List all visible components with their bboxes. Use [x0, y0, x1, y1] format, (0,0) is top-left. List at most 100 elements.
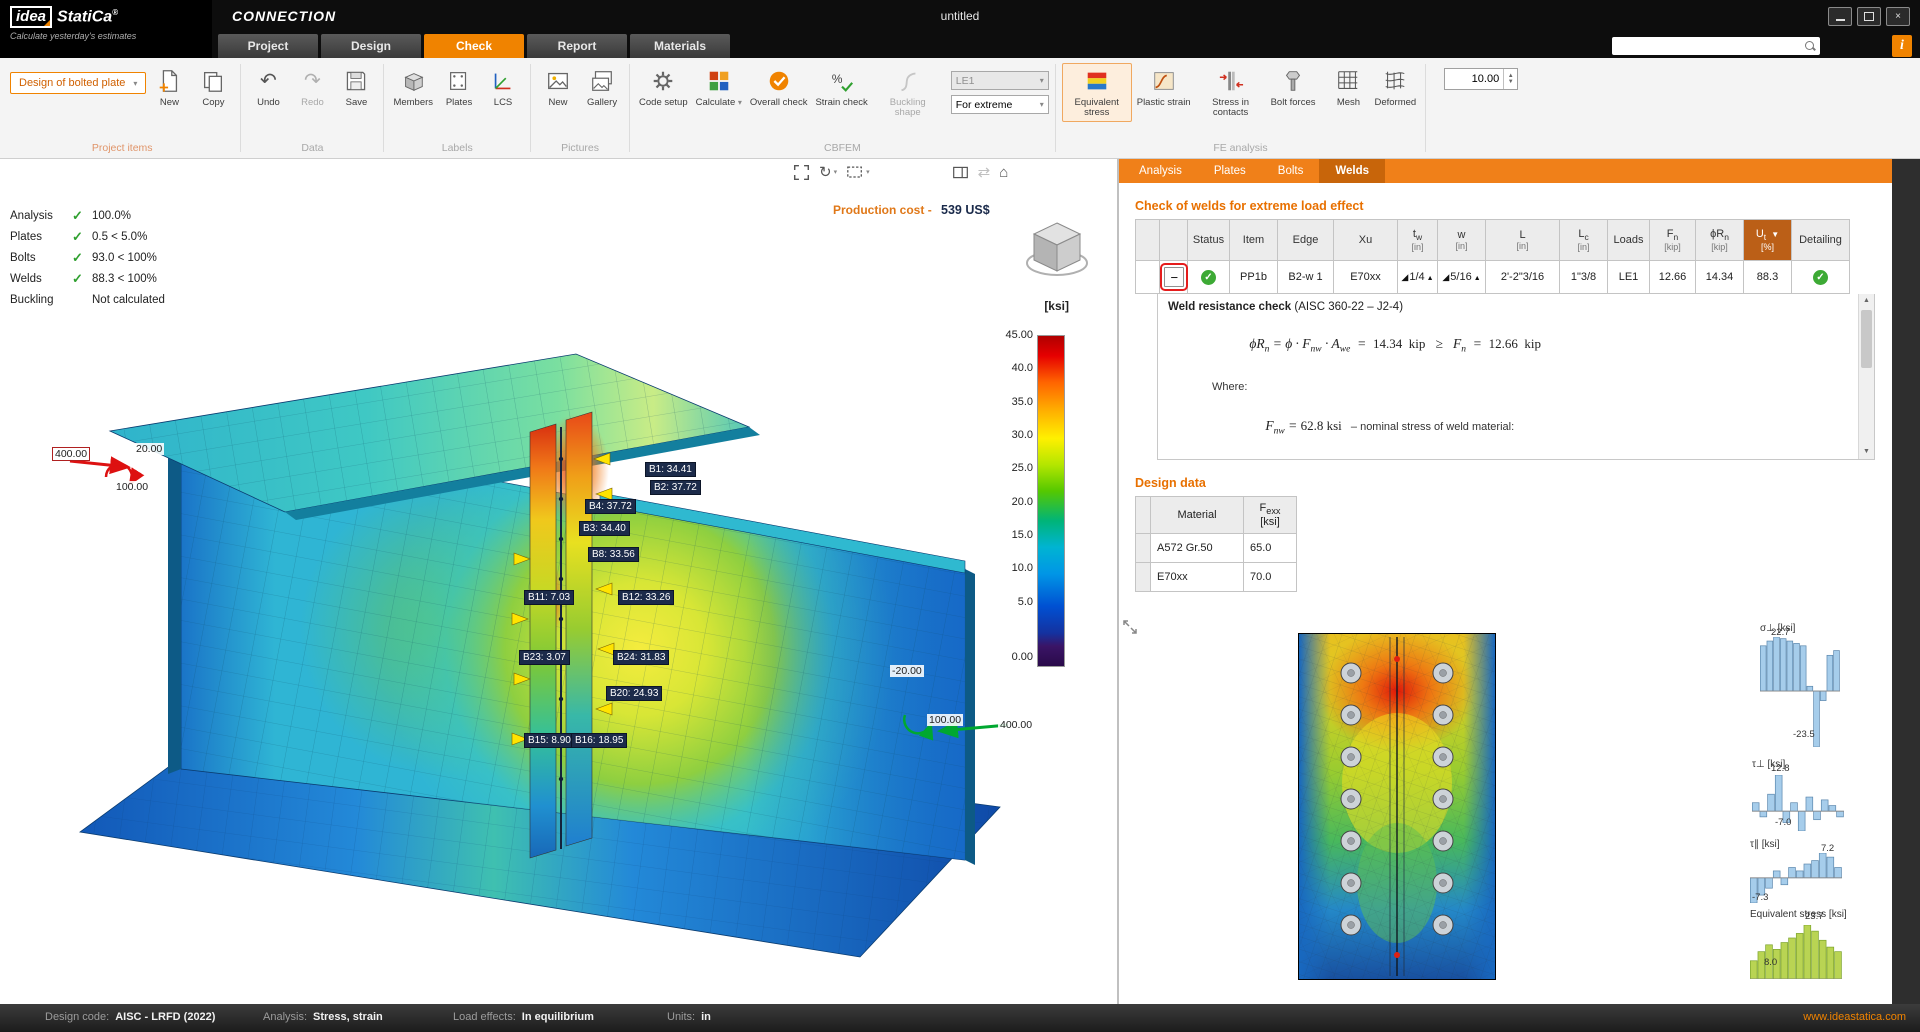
buckling-shape-button[interactable]: Buckling shape	[873, 63, 943, 122]
new-picture-button[interactable]: New	[537, 63, 579, 111]
units-status: Units:in	[667, 1011, 711, 1023]
tab-analysis[interactable]: Analysis	[1123, 159, 1198, 183]
weld-stress-map	[1298, 633, 1496, 980]
navigation-cube[interactable]	[1022, 211, 1092, 288]
status-ok-icon: ✓	[1201, 270, 1216, 285]
group-label-cbfem: CBFEM	[636, 141, 1049, 158]
deformed-icon	[1380, 66, 1410, 96]
chart-label: τ∥ [ksi]	[1750, 839, 1780, 850]
maximize-icon[interactable]	[1857, 7, 1881, 26]
fem-model-canvas[interactable]	[0, 159, 1117, 1004]
tab-welds[interactable]: Welds	[1319, 159, 1385, 183]
new-project-item-button[interactable]: New	[148, 63, 190, 111]
members-labels-button[interactable]: Members	[390, 63, 436, 111]
mesh-button[interactable]: Mesh	[1327, 63, 1369, 111]
strain-check-button[interactable]: % Strain check	[812, 63, 870, 111]
extreme-filter-dropdown[interactable]: For extreme▾	[951, 95, 1049, 114]
deformed-button[interactable]: Deformed	[1371, 63, 1419, 111]
stress-in-contacts-button[interactable]: Stress in contacts	[1196, 63, 1266, 122]
tab-report[interactable]: Report	[527, 34, 627, 58]
analysis-status: Analysis:Stress, strain	[263, 1011, 383, 1023]
sorted-column-header[interactable]: Ut ▼[%]	[1744, 220, 1792, 261]
viewport-toolbar: ↻▾ ▾ ⇄ ⌂	[793, 163, 1008, 181]
design-data-table: Material Fexx[ksi] A572 Gr.50 65.0 E70xx…	[1135, 496, 1297, 592]
logo-tagline: Calculate yesterday's estimates	[10, 31, 212, 41]
redo-button[interactable]: ↷ Redo	[291, 63, 333, 111]
group-label-data: Data	[247, 141, 377, 158]
weld-result-label: B3: 34.40	[579, 521, 630, 536]
weld-flag-icon: ▲	[1427, 275, 1434, 282]
clipping-planes-icon[interactable]	[952, 165, 969, 180]
tab-plates[interactable]: Plates	[1198, 159, 1262, 183]
equivalent-stress-button[interactable]: Equivalent stress	[1062, 63, 1132, 122]
plates-labels-button[interactable]: Plates	[438, 63, 480, 111]
tab-bolts[interactable]: Bolts	[1262, 159, 1320, 183]
buckling-shape-icon	[893, 66, 923, 96]
home-view-icon[interactable]: ⌂	[999, 164, 1008, 181]
weld-check-detail: Weld resistance check (AISC 360-22 – J2-…	[1157, 294, 1875, 460]
calculate-button[interactable]: Calculate ▾	[693, 63, 745, 111]
expand-detail-icon[interactable]	[1122, 619, 1138, 640]
fit-view-icon[interactable]	[793, 164, 810, 181]
weld-check-formula: ϕRn = ϕ · Fnw · Awe = 14.34 kip ≥ Fn = 1…	[1168, 317, 1850, 373]
title-bar: idea StatiCa® Calculate yesterday's esti…	[0, 0, 1920, 34]
weld-result-label: B8: 33.56	[588, 547, 639, 562]
svg-text:%: %	[831, 72, 842, 86]
website-link[interactable]: www.ideastatica.com	[1803, 1011, 1906, 1023]
formula-scrollbar[interactable]: ▲ ▼	[1858, 294, 1874, 459]
check-icon: ✓	[72, 271, 92, 287]
load-value-label: -20.00	[890, 665, 924, 677]
lcs-labels-button[interactable]: LCS	[482, 63, 524, 111]
section-title-design-data: Design data	[1135, 476, 1876, 490]
save-button[interactable]: Save	[335, 63, 377, 111]
load-value-label: 100.00	[114, 481, 150, 493]
design-data-row: E70xx 70.0	[1136, 563, 1297, 592]
bolt-forces-button[interactable]: Bolt forces	[1268, 63, 1319, 111]
load-effects-status: Load effects:In equilibrium	[453, 1011, 594, 1023]
model-viewport[interactable]: B1: 34.41 B2: 37.72 B4: 37.72 B3: 34.40 …	[0, 159, 1117, 1004]
weld-result-label: B11: 7.03	[524, 590, 574, 605]
strain-check-icon: %	[827, 66, 857, 96]
close-icon[interactable]: ×	[1886, 7, 1910, 26]
tab-project[interactable]: Project	[218, 34, 318, 58]
bolt-forces-icon	[1278, 66, 1308, 96]
gallery-button[interactable]: Gallery	[581, 63, 623, 111]
check-panel: Analysis Plates Bolts Welds Check of wel…	[1119, 159, 1892, 1004]
detailing-ok-icon: ✓	[1813, 270, 1828, 285]
tab-materials[interactable]: Materials	[630, 34, 730, 58]
plastic-strain-button[interactable]: Plastic strain	[1134, 63, 1194, 111]
equivalent-stress-icon	[1082, 66, 1112, 96]
selection-mode-icon[interactable]: ▾	[846, 165, 870, 180]
sort-desc-icon: ▼	[1771, 230, 1779, 239]
status-bar: Design code:AISC - LRFD (2022) Analysis:…	[0, 1004, 1920, 1032]
overall-check-button[interactable]: Overall check	[747, 63, 811, 111]
weld-result-label: B16: 18.95	[571, 733, 627, 748]
undo-button[interactable]: ↶ Undo	[247, 63, 289, 111]
tab-design[interactable]: Design	[321, 34, 421, 58]
code-setup-button[interactable]: Code setup	[636, 63, 691, 111]
chart-max-value: 12.8	[1771, 763, 1790, 774]
weld-result-label: B4: 37.72	[585, 499, 636, 514]
tab-check[interactable]: Check	[424, 34, 524, 58]
spinner-arrows-icon[interactable]: ▲▼	[1503, 69, 1517, 89]
group-label-fe-analysis: FE analysis	[1062, 141, 1419, 158]
status-row: Buckling Not calculated	[10, 289, 165, 310]
connection-type-dropdown[interactable]: Design of bolted plate▾	[10, 72, 146, 94]
members-icon	[398, 66, 428, 96]
collapse-row-button[interactable]: −	[1164, 267, 1184, 287]
panel-right-gutter	[1892, 159, 1920, 1004]
sync-views-icon[interactable]: ⇄	[978, 163, 991, 181]
group-label-project-items: Project items	[10, 141, 234, 158]
scale-spinner[interactable]: 10.00 ▲▼	[1444, 68, 1518, 90]
load-effect-dropdown[interactable]: LE1▾	[951, 71, 1049, 90]
minimize-icon[interactable]	[1828, 7, 1852, 26]
weld-result-label: B20: 24.93	[606, 686, 662, 701]
copy-project-item-button[interactable]: Copy	[192, 63, 234, 111]
orbit-icon[interactable]: ↻▾	[819, 163, 837, 181]
save-icon	[341, 66, 371, 96]
section-title-weld-check: Check of welds for extreme load effect	[1135, 199, 1876, 213]
search-input[interactable]	[1616, 38, 1804, 54]
info-button[interactable]: i	[1892, 35, 1912, 57]
check-icon: ✓	[72, 208, 92, 224]
search-icon[interactable]	[1804, 40, 1816, 52]
